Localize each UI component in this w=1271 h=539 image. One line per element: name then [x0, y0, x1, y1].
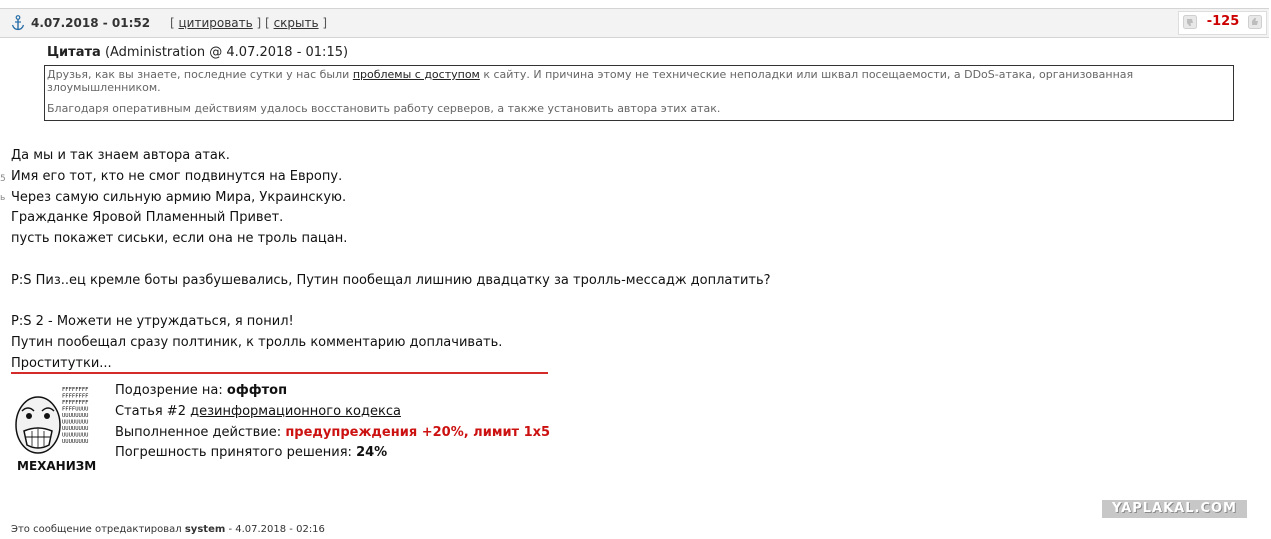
bracket: ] [	[256, 16, 270, 30]
edited-suffix: - 4.07.2018 - 02:16	[225, 524, 325, 535]
body-line: P:S 2 - Можети не утруждаться, я понил!	[11, 314, 294, 330]
moderation-verdict: Подозрение на: оффтоп Статья #2 дезинфор…	[115, 381, 550, 464]
quote-meta: (Administration @ 4.07.2018 - 01:15)	[104, 45, 349, 60]
quote-text: Друзья, как вы знаете, последние сутки у…	[47, 68, 353, 81]
action-row: Выполненное действие: предупреждения +20…	[115, 423, 550, 444]
disinformation-code-link[interactable]: дезинформационного кодекса	[190, 404, 401, 419]
body-line	[11, 292, 771, 313]
suspicion-value: оффтоп	[226, 383, 288, 398]
thumb-up-icon[interactable]	[1248, 15, 1262, 29]
action-value: предупреждения +20%, лимит 1x5	[285, 424, 551, 440]
moderation-divider	[11, 372, 548, 374]
body-line: Путин пообещал сразу полтиник, к тролль …	[11, 335, 503, 351]
body-line: пусть покажет сиськи, если она не троль …	[11, 231, 348, 247]
rage-face-meme: FFFFFFFF FFFFFFFF FFFFFFFF FFFFUUUU UUUU…	[14, 383, 98, 459]
mechanism-label: МЕХАНИЗМ	[17, 459, 97, 473]
body-line: Гражданке Яровой Пламенный Привет.	[11, 210, 284, 226]
post-header: 4.07.2018 - 01:52 [ цитировать ] [ скрыт…	[0, 8, 1269, 38]
post-date: 4.07.2018 - 01:52	[31, 16, 151, 30]
quote-paragraph: Благодаря оперативным действиям удалось …	[47, 102, 721, 115]
thumb-down-icon[interactable]	[1183, 15, 1197, 29]
body-line: Да мы и так знаем автора атак.	[11, 148, 230, 163]
error-label: Погрешность принятого решения:	[115, 445, 357, 461]
bracket: [	[170, 16, 175, 30]
edited-prefix: Это сообщение отредактировал	[11, 524, 185, 535]
suspicion-row: Подозрение на: оффтоп	[115, 381, 550, 402]
quote-label: Цитата	[47, 45, 101, 60]
error-row: Погрешность принятого решения: 24%	[115, 443, 550, 464]
edge-mark: 5	[0, 174, 6, 184]
meme-text: FFFFFFFF FFFFFFFF FFFFFFFF FFFFUUUU UUUU…	[62, 387, 92, 445]
error-value: 24%	[356, 445, 388, 461]
quote-header: Цитата (Administration @ 4.07.2018 - 01:…	[47, 45, 348, 60]
post-body: Да мы и так знаем автора атак. Имя его т…	[11, 146, 771, 375]
hide-link[interactable]: скрыть	[274, 16, 319, 30]
edited-note: Это сообщение отредактировал system - 4.…	[11, 524, 325, 535]
edge-mark: ь	[0, 193, 6, 203]
rating-box: -125	[1178, 11, 1267, 35]
article-row: Статья #2 дезинформационного кодекса	[115, 402, 550, 423]
post-actions: [ цитировать ] [ скрыть ]	[170, 16, 327, 30]
body-line	[11, 250, 771, 271]
body-line: P:S Пиз..ец кремле боты разбушевались, П…	[11, 272, 771, 288]
suspicion-label: Подозрение на:	[115, 383, 227, 398]
edge-marks: 5 ь	[0, 170, 6, 208]
anchor-icon[interactable]	[11, 15, 25, 31]
quote-box: Друзья, как вы знаете, последние сутки у…	[44, 65, 1234, 121]
body-line: Имя его тот, кто не смог подвинутся на Е…	[11, 168, 343, 184]
body-line: Через самую сильную армию Мира, Украинск…	[11, 189, 347, 205]
site-watermark: YAPLAKAL.COM	[1102, 500, 1247, 518]
action-label: Выполненное действие:	[115, 424, 286, 440]
access-problems-link[interactable]: проблемы с доступом	[353, 68, 480, 81]
quote-paragraph: Друзья, как вы знаете, последние сутки у…	[47, 68, 1231, 94]
article-label: Статья #2	[115, 403, 191, 419]
quote-link[interactable]: цитировать	[179, 16, 253, 30]
bracket: ]	[322, 16, 328, 30]
rating-value: -125	[1206, 14, 1240, 29]
edited-user: system	[184, 524, 226, 535]
